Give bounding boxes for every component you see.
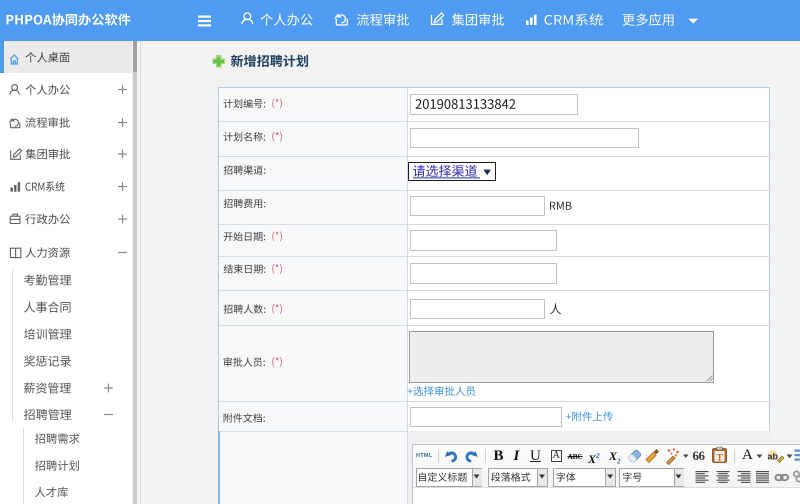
svg-text:ab: ab [768, 452, 779, 462]
svg-text:T: T [717, 454, 724, 464]
